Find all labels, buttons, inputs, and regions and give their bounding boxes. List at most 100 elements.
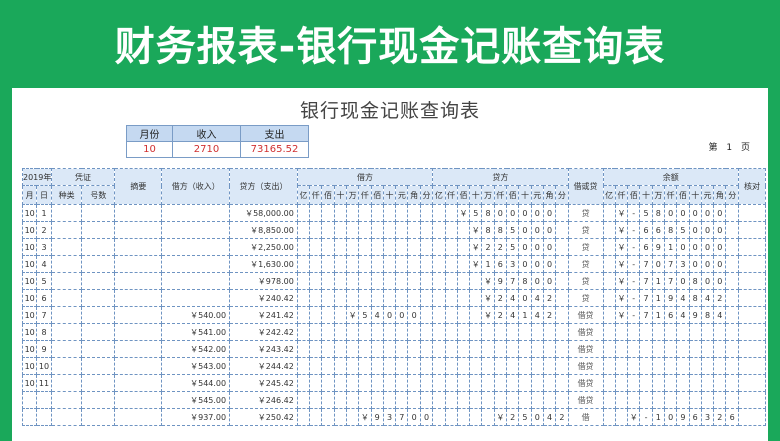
- cell-day: 5: [36, 272, 52, 290]
- cell-credit-digit: [505, 357, 520, 375]
- cell-debit-digit: [309, 408, 323, 426]
- cell-balance-digit: [663, 391, 678, 409]
- cell-balance-digit: [614, 391, 629, 409]
- cell-credit-digit: [555, 357, 569, 375]
- summary-value-income: 2710: [172, 141, 241, 158]
- table-row[interactable]: 10 7 ￥540.00 ￥241.42 ￥ 5 4 0 0 0 ￥ 2 4 1 4 2 借贷 ￥ -7 1 6 4 9 8 4: [21, 306, 767, 324]
- cell-credit-digit: [469, 357, 483, 375]
- cell-credit-digit: [481, 374, 495, 392]
- cell-kind: [50, 357, 83, 375]
- summary-value-month[interactable]: 10: [126, 141, 173, 158]
- cell-income: ￥540.00: [161, 306, 231, 324]
- cell-summary: [114, 408, 163, 426]
- cell-credit-digit: [456, 221, 471, 239]
- cell-summary: [114, 340, 163, 358]
- cell-debit-digit: [382, 272, 397, 290]
- cell-credit-digit: [444, 357, 458, 375]
- cell-debit-or-credit: 借贷: [567, 340, 604, 358]
- cell-credit-digit: [432, 340, 446, 358]
- cell-credit-digit: [481, 340, 495, 358]
- cell-balance-digit: 0: [700, 272, 715, 290]
- cell-balance-digit: [663, 323, 678, 341]
- cell-balance-digit: ￥: [614, 238, 629, 256]
- cell-debit-digit: [407, 374, 421, 392]
- table-row[interactable]: 10 11 ￥544.00 ￥245.42 借贷: [21, 374, 767, 392]
- cell-check: [737, 238, 767, 256]
- table-row[interactable]: 10 5 ￥978.00 ￥ 9 7 8 0 0 贷 ￥ -7 1 7 0 8 0 0: [21, 272, 767, 290]
- cell-income: ￥542.00: [161, 340, 231, 358]
- cell-debit-digit: [321, 204, 335, 222]
- cell-credit-digit: [555, 340, 569, 358]
- cell-debit-digit: [395, 221, 409, 239]
- cell-balance-digit: -: [627, 238, 641, 256]
- cell-income: ￥543.00: [161, 357, 231, 375]
- cell-balance-digit: ￥: [614, 306, 629, 324]
- header-year: 2019年: [22, 168, 52, 186]
- cell-debit-or-credit: 贷: [567, 238, 604, 256]
- cell-debit-digit: [296, 323, 311, 341]
- cell-balance-digit: 5: [676, 221, 690, 239]
- cell-debit-digit: [358, 221, 372, 239]
- cell-debit-digit: [309, 221, 323, 239]
- cell-debit-or-credit: 借贷: [567, 357, 604, 375]
- digit-label: 角: [407, 185, 421, 205]
- cell-debit-digit: [333, 374, 347, 392]
- cell-debit-digit: [419, 289, 434, 307]
- cell-balance-digit: 9: [688, 306, 702, 324]
- cell-credit-digit: 0: [518, 221, 532, 239]
- digit-label: 万: [481, 185, 495, 205]
- digit-label: 仟: [444, 185, 458, 205]
- cell-summary: [114, 323, 163, 341]
- cell-credit-digit: [530, 323, 544, 341]
- table-row[interactable]: 10 1 ￥58,000.00 ￥ 5 8 0 0 0 0 0 贷 ￥ -5 8 0 0 0 0 0: [21, 204, 767, 222]
- cell-balance-digit: [614, 323, 629, 341]
- cell-balance-digit: 1: [663, 238, 678, 256]
- table-row[interactable]: 10 10 ￥543.00 ￥244.42 借贷: [21, 357, 767, 375]
- cell-balance-digit: 2: [713, 408, 727, 426]
- cell-debit-digit: [296, 374, 311, 392]
- cell-credit-digit: 0: [530, 408, 544, 426]
- cell-summary: [114, 357, 163, 375]
- cell-balance-digit: 0: [713, 272, 727, 290]
- cell-expense: ￥978.00: [229, 272, 298, 290]
- cell-income: [161, 289, 231, 307]
- cell-day: 9: [36, 340, 52, 358]
- table-row[interactable]: 10 6 ￥240.42 ￥ 2 4 0 4 2 贷 ￥ -7 1 9 4 8 4 2: [21, 289, 767, 307]
- cell-credit-digit: [444, 323, 458, 341]
- cell-credit-digit: [555, 306, 569, 324]
- cell-credit-digit: 4: [530, 306, 544, 324]
- cell-credit-digit: [444, 238, 458, 256]
- table-row[interactable]: 10 8 ￥541.00 ￥242.42 借贷: [21, 323, 767, 341]
- cell-balance-digit: 0: [688, 221, 702, 239]
- table-row[interactable]: 10 2 ￥8,850.00 ￥ 8 8 5 0 0 0 贷 ￥ -6 6 8 5 0 0 0: [21, 221, 767, 239]
- cell-credit-digit: ￥: [481, 272, 495, 290]
- cell-debit-digit: [309, 323, 323, 341]
- cell-credit-digit: ￥: [469, 255, 483, 273]
- digit-label: 元: [395, 185, 409, 205]
- subheader-month: 月: [21, 185, 38, 205]
- cell-income: [161, 238, 231, 256]
- cell-debit-digit: [321, 272, 335, 290]
- cell-balance-digit: [602, 340, 616, 358]
- cell-debit-digit: [321, 391, 335, 409]
- cell-credit-digit: [493, 391, 508, 409]
- table-row[interactable]: ￥545.00 ￥246.42 借贷: [21, 391, 767, 409]
- cell-balance-digit: 0: [688, 238, 702, 256]
- cell-credit-digit: 5: [505, 238, 520, 256]
- table-row[interactable]: 10 3 ￥2,250.00 ￥ 2 2 5 0 0 0 贷 ￥ -6 9 1 0 0 0 0: [21, 238, 767, 256]
- table-row[interactable]: 10 4 ￥1,630.00 ￥ 1 6 3 0 0 0 贷 ￥ -7 0 7 3 0 0 0: [21, 255, 767, 273]
- cell-balance-digit: [688, 340, 702, 358]
- cell-kind: [50, 255, 83, 273]
- cell-credit-digit: 0: [530, 238, 544, 256]
- cell-credit-digit: [432, 357, 446, 375]
- cell-balance-digit: [713, 357, 727, 375]
- cell-balance-digit: [676, 323, 690, 341]
- cell-expense: ￥58,000.00: [229, 204, 298, 222]
- cell-expense: ￥8,850.00: [229, 221, 298, 239]
- table-row[interactable]: 10 9 ￥542.00 ￥243.42 借贷: [21, 340, 767, 358]
- cell-debit-digit: [358, 340, 372, 358]
- table-row[interactable]: ￥937.00 ￥250.42 ￥ 9 3 7 0 0 ￥ 2 5 0 4 2 借 ￥ -1 0 9 6 3 2 6: [21, 408, 767, 426]
- cell-credit-digit: 0: [542, 255, 557, 273]
- ledger-table: 2019年 凭证 摘要 借方（收入） 贷方（支出） 借方 贷方 借或贷 余额 核对月日种类 号数亿仟…: [21, 168, 767, 426]
- cell-balance-digit: -: [627, 255, 641, 273]
